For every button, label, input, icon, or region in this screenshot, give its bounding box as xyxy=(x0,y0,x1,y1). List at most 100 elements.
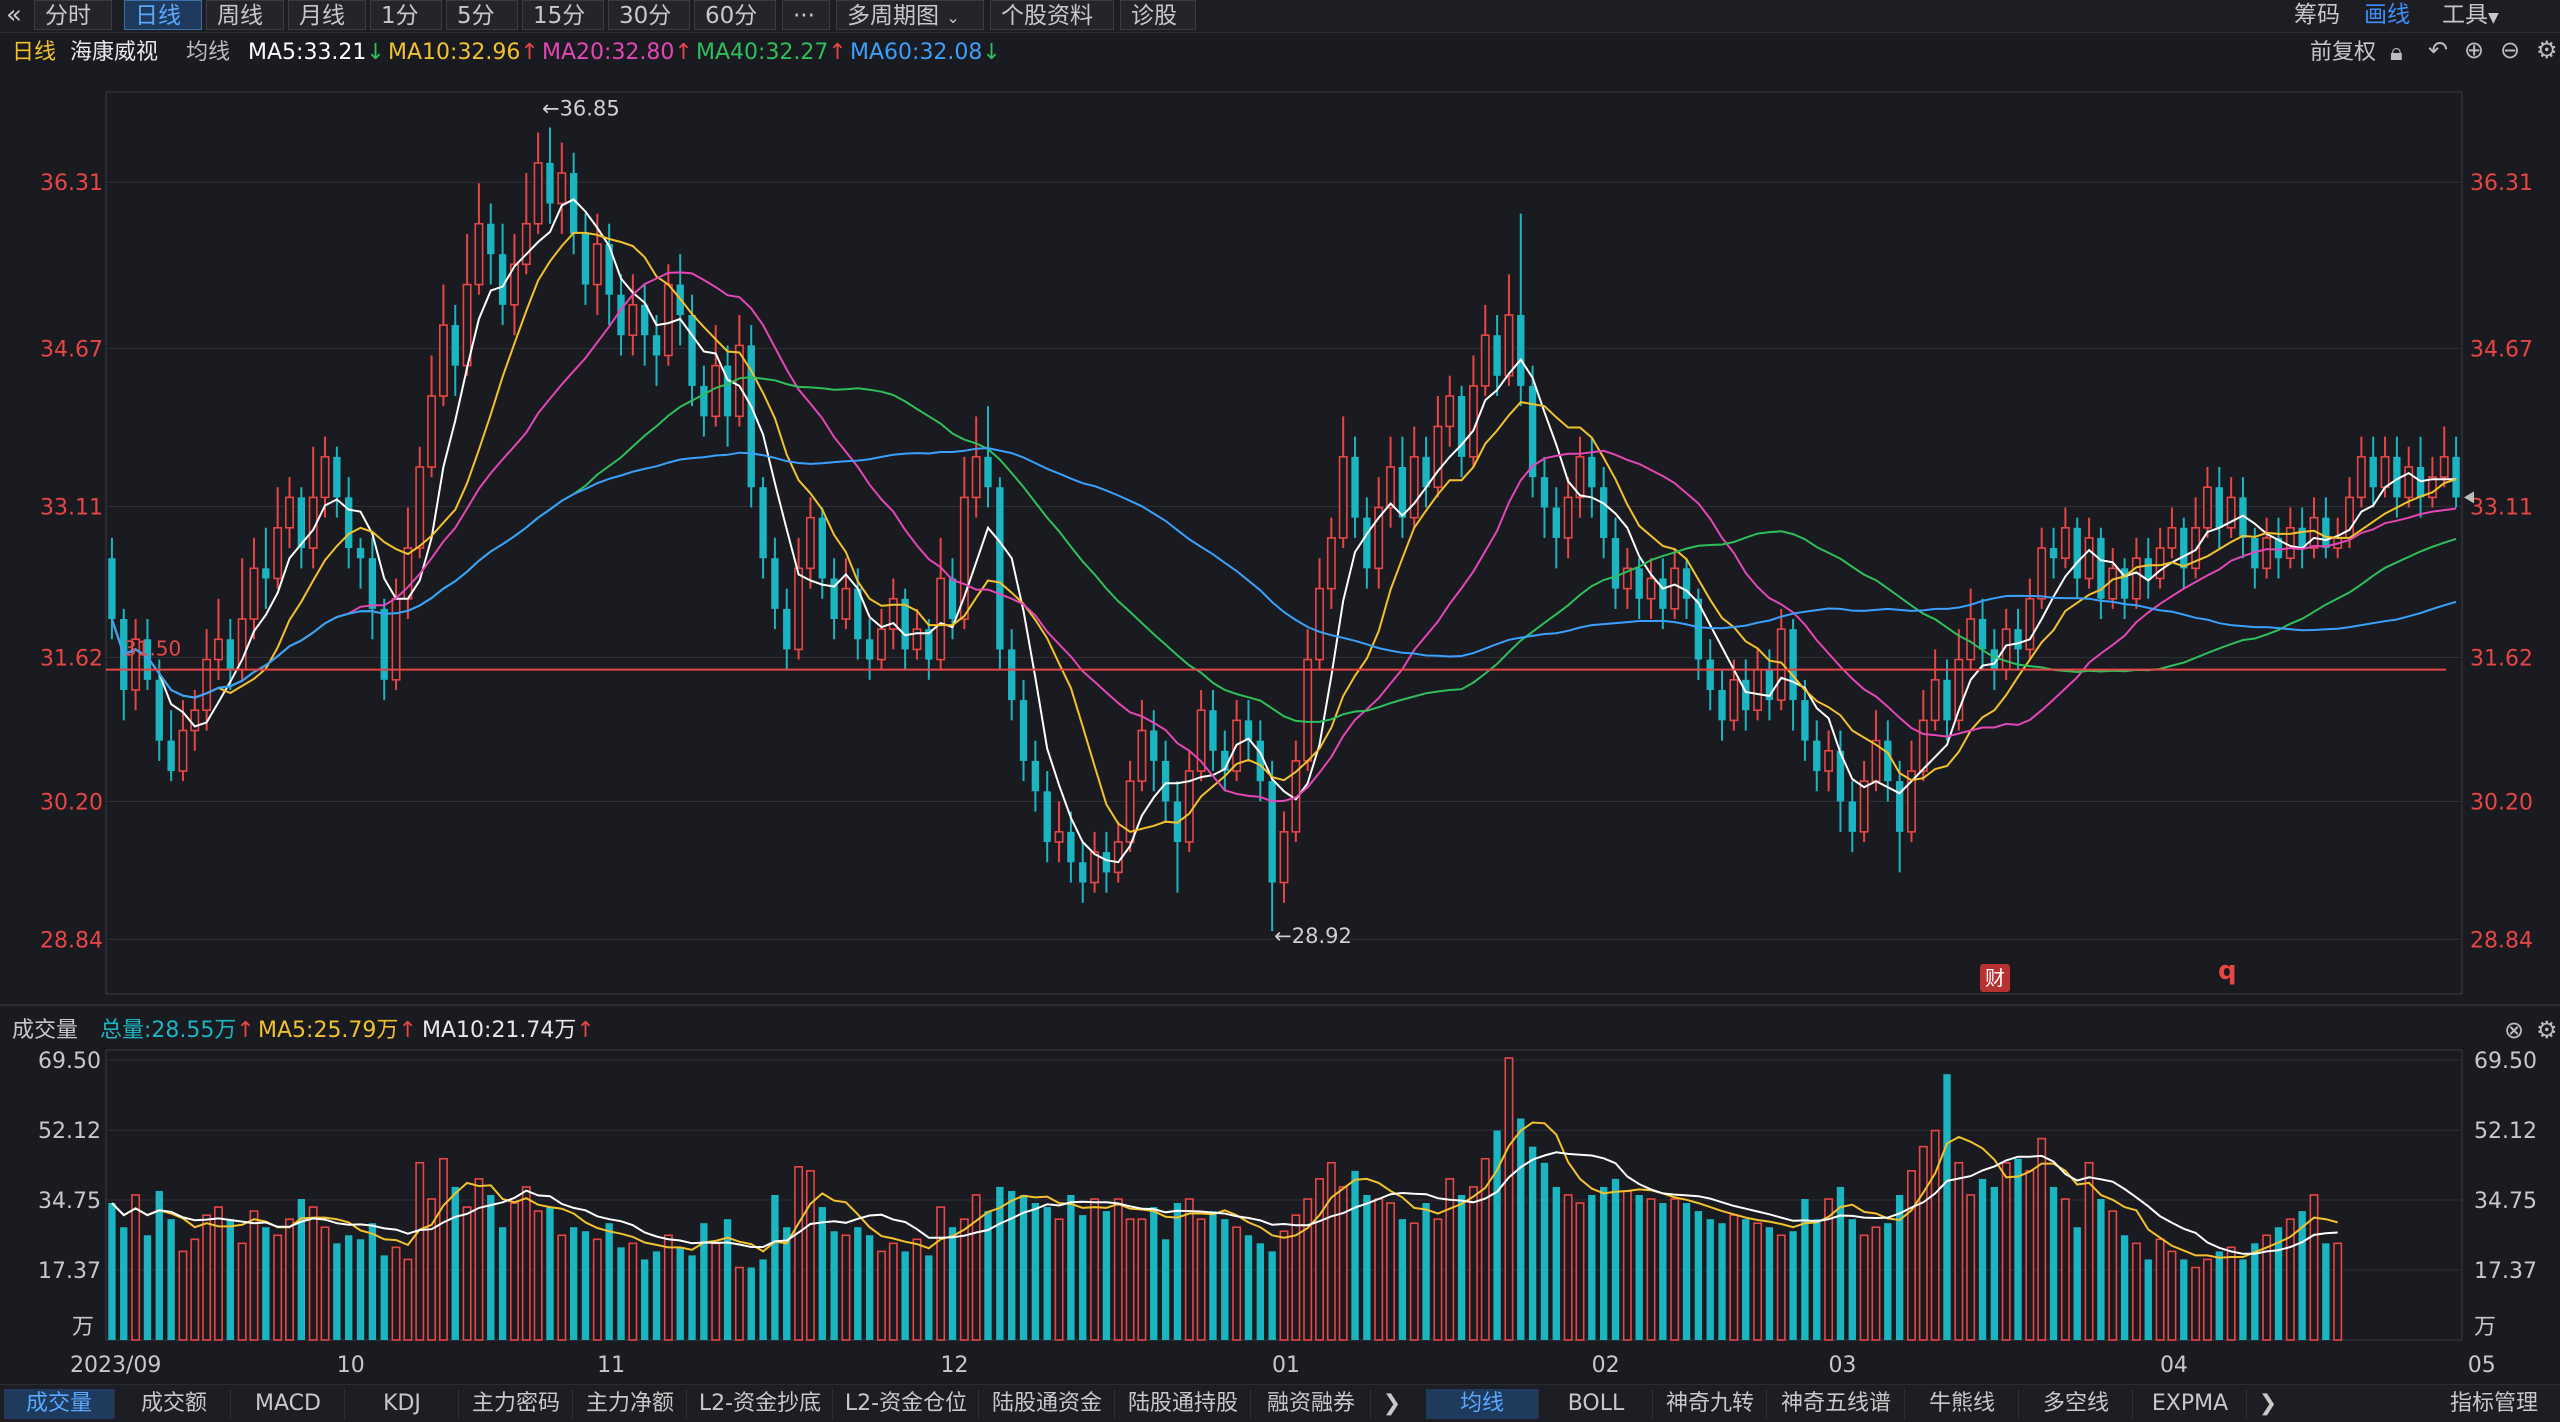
ma60-line xyxy=(110,447,2457,699)
tab-margin[interactable]: 融资融券 xyxy=(1252,1389,1371,1419)
tab-kdj[interactable]: KDJ xyxy=(346,1389,459,1419)
volume-bar-up xyxy=(734,1266,744,1341)
volume-ma10-text: MA10:21.74万 xyxy=(422,1018,577,1043)
more-periods-button[interactable]: ··· xyxy=(782,0,830,30)
tools-dropdown[interactable]: 工具▼ xyxy=(2442,0,2499,30)
tab-hk-connect-funds[interactable]: 陆股通资金 xyxy=(980,1389,1115,1419)
chevron-right-icon[interactable]: ❯ xyxy=(2248,1389,2288,1419)
period-tab-fenshi[interactable]: 分时 xyxy=(34,0,112,30)
zoom-out-icon[interactable]: ⊖ xyxy=(2500,36,2520,64)
volume-bar-up xyxy=(1753,1222,1763,1341)
volume-bar-down xyxy=(1611,1178,1620,1340)
volume-bar-up xyxy=(462,1206,472,1341)
tab-ma[interactable]: 均线 xyxy=(1426,1389,1539,1419)
ma10-value: MA10:32.96↑ xyxy=(388,38,539,68)
tab-main-net[interactable]: 主力净额 xyxy=(574,1389,687,1419)
tab-l2-position[interactable]: L2-资金仓位 xyxy=(834,1389,979,1419)
price-panel-frame xyxy=(105,91,2463,995)
period-toolbar: « 分时 日线 周线 月线 1分 5分 15分 30分 60分 ··· 多周期图… xyxy=(0,0,2560,33)
candle-body-up xyxy=(131,638,141,691)
candle-body-down xyxy=(996,487,1004,650)
candle-body-up xyxy=(1374,506,1384,570)
volume-bar-down xyxy=(700,1223,708,1340)
tab-hk-connect-holdings[interactable]: 陆股通持股 xyxy=(1116,1389,1251,1419)
candle-body-up xyxy=(415,466,425,549)
high-annotation: ←36.85 xyxy=(542,96,620,120)
candle-body-down xyxy=(581,233,590,285)
candle-body-up xyxy=(2309,516,2319,549)
kline-chart[interactable]: 36.31 36.31 34.67 34.67 33.11 33.11 31.62 31.62… xyxy=(0,0,2560,1421)
volume-bar-up xyxy=(1776,1234,1786,1341)
lock-icon[interactable]: 🔒︎ xyxy=(2390,38,2403,66)
period-tab-5min[interactable]: 5分 xyxy=(446,0,518,30)
period-tab-30min[interactable]: 30分 xyxy=(608,0,690,30)
volume-bar-up xyxy=(1386,1202,1396,1341)
tab-long-short[interactable]: 多空线 xyxy=(2020,1389,2133,1419)
tab-main-code[interactable]: 主力密码 xyxy=(460,1389,573,1419)
candle-body-down xyxy=(546,162,554,204)
candle-body-down xyxy=(1943,679,1951,721)
tab-macd[interactable]: MACD xyxy=(232,1389,345,1419)
candle-body-down xyxy=(380,608,388,680)
candle-body-up xyxy=(1776,628,1786,701)
tab-l2-bottom[interactable]: L2-资金抄底 xyxy=(688,1389,833,1419)
volume-bar-up xyxy=(1670,1198,1680,1341)
candle-body-down xyxy=(297,497,306,549)
gear-icon[interactable]: ⚙ xyxy=(2536,36,2558,64)
tab-bull-bear[interactable]: 牛熊线 xyxy=(1906,1389,2019,1419)
volume-bar-up xyxy=(273,1234,283,1341)
period-tab-60min[interactable]: 60分 xyxy=(694,0,776,30)
volume-bar-down xyxy=(617,1247,625,1340)
adjust-mode-button[interactable]: 前复权 xyxy=(2310,38,2376,68)
candle-body-down xyxy=(1635,568,1643,599)
period-tab-weekly[interactable]: 周线 xyxy=(206,0,284,30)
volume-bar-down xyxy=(901,1251,909,1340)
volume-label[interactable]: 成交量 xyxy=(12,1016,78,1046)
volume-bar-up xyxy=(1054,1218,1064,1341)
diagnose-button[interactable]: 诊股 xyxy=(1120,0,1196,30)
tab-magic-nine[interactable]: 神奇九转 xyxy=(1654,1389,1767,1419)
candle-body-down xyxy=(759,487,767,559)
indicator-manage-button[interactable]: 指标管理 xyxy=(2432,1389,2556,1419)
gear-icon[interactable]: ⚙ xyxy=(2536,1016,2558,1044)
candle-body-down xyxy=(451,325,459,366)
volume-tick-right: 34.75 xyxy=(2474,1189,2537,1214)
close-panel-icon[interactable]: ⊗ xyxy=(2504,1016,2524,1044)
draw-line-button[interactable]: 画线 xyxy=(2364,0,2410,30)
volume-bar-down xyxy=(1848,1219,1856,1340)
volume-bar-down xyxy=(865,1235,874,1340)
volume-bar-up xyxy=(1445,1178,1455,1341)
volume-bar-down xyxy=(1008,1190,1016,1340)
tab-expma[interactable]: EXPMA xyxy=(2134,1389,2247,1419)
zoom-in-icon[interactable]: ⊕ xyxy=(2464,36,2484,64)
period-tab-1min[interactable]: 1分 xyxy=(370,0,442,30)
volume-tick-left: 34.75 xyxy=(38,1189,101,1214)
price-tick-left: 36.31 xyxy=(40,171,103,196)
tab-turnover[interactable]: 成交额 xyxy=(118,1389,231,1419)
chevron-right-icon[interactable]: ❯ xyxy=(1372,1389,1412,1419)
q-marker[interactable]: q xyxy=(2218,956,2237,986)
candle-body-up xyxy=(1184,770,1194,843)
financial-report-marker[interactable]: 财 xyxy=(1980,964,2010,992)
undo-icon[interactable]: ↶ xyxy=(2428,36,2448,64)
stock-profile-button[interactable]: 个股资料 xyxy=(990,0,1114,30)
tab-boll[interactable]: BOLL xyxy=(1540,1389,1653,1419)
period-tab-15min[interactable]: 15分 xyxy=(522,0,604,30)
candle-body-up xyxy=(178,729,188,772)
candle-body-down xyxy=(1244,720,1253,741)
volume-bar-up xyxy=(1090,1198,1100,1341)
candle-body-up xyxy=(1303,658,1313,762)
candle-body-down xyxy=(641,304,649,336)
multi-period-dropdown[interactable]: 多周期图 ⌄ xyxy=(836,0,984,30)
period-tab-monthly[interactable]: 月线 xyxy=(288,0,366,30)
ma-indicator-label[interactable]: 均线 xyxy=(186,38,230,68)
tab-magic-five[interactable]: 神奇五线谱 xyxy=(1768,1389,1905,1419)
up-arrow-icon: ↑ xyxy=(236,1018,255,1043)
candle-body-down xyxy=(1895,781,1904,832)
back-chevron-icon[interactable]: « xyxy=(6,0,22,30)
volume-tick-right: 69.50 xyxy=(2474,1049,2537,1074)
volume-bar-up xyxy=(1433,1218,1443,1341)
period-tab-daily[interactable]: 日线 xyxy=(124,0,202,30)
tab-volume[interactable]: 成交量 xyxy=(4,1389,115,1419)
chips-button[interactable]: 筹码 xyxy=(2294,0,2340,30)
